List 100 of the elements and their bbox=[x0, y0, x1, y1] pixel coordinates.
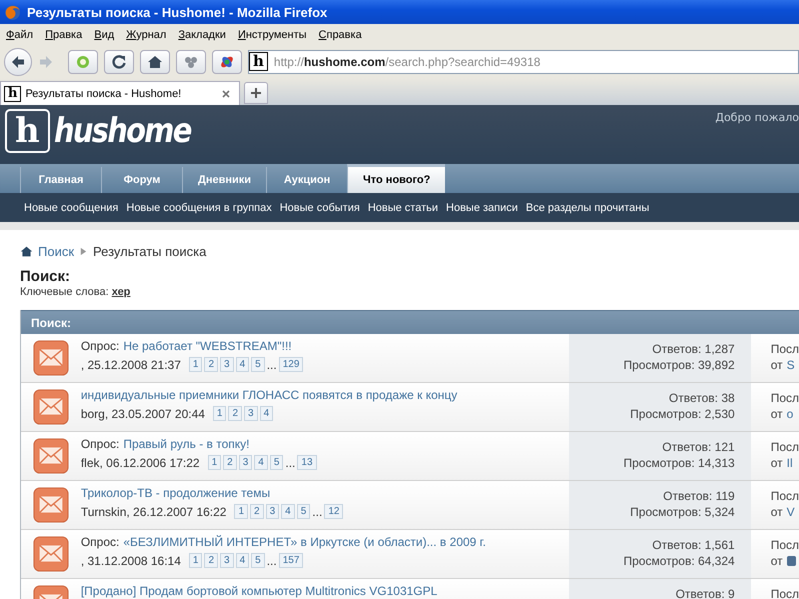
user-link[interactable]: Il bbox=[786, 455, 793, 471]
thread-title-link[interactable]: [Продано] Продам бортовой компьютер Multitronics VG1031GPL bbox=[80, 584, 438, 598]
page-link[interactable]: 4 bbox=[260, 406, 274, 421]
logo-letter[interactable]: h bbox=[5, 109, 50, 153]
thread-title-link[interactable]: индивидуальные приемники ГЛОНАСС появятся в продаже к концу bbox=[80, 388, 458, 402]
sub-nav-link[interactable]: Все разделы прочитаны bbox=[526, 202, 650, 214]
page-link[interactable]: 3 bbox=[244, 406, 258, 421]
page-heading: Поиск: bbox=[20, 268, 72, 285]
address-field[interactable]: h http://hushome.com/search.php?searchid=49318 bbox=[248, 50, 799, 74]
replies-count: Ответов: 1,287 bbox=[652, 341, 735, 357]
user-link[interactable]: о bbox=[786, 406, 794, 422]
menu-item[interactable]: Инструменты bbox=[238, 28, 307, 40]
views-count: Просмотров: 64,324 bbox=[623, 553, 735, 569]
views-count: Просмотров: 39,892 bbox=[623, 357, 735, 373]
ellipsis: ... bbox=[266, 554, 277, 568]
page-link[interactable]: 1 bbox=[188, 553, 202, 568]
page-link[interactable]: 4 bbox=[236, 357, 250, 372]
addons-button[interactable] bbox=[176, 50, 206, 74]
ring-icon bbox=[75, 54, 91, 70]
home-button[interactable] bbox=[140, 50, 170, 74]
window-title: Результаты поиска - Hushome! - Mozilla Firefox bbox=[27, 4, 328, 20]
page-link[interactable]: 2 bbox=[228, 406, 242, 421]
last-post-label: Посл bbox=[770, 391, 799, 405]
ellipsis: ... bbox=[266, 358, 277, 372]
last-post-label: Посл bbox=[770, 440, 799, 454]
page-link[interactable]: 5 bbox=[296, 504, 310, 519]
views-count: Просмотров: 14,313 bbox=[623, 455, 735, 471]
by-label: от bbox=[770, 455, 783, 471]
nav-tab[interactable]: Что нового? bbox=[347, 164, 446, 193]
thread-title-link[interactable]: Триколор-ТВ - продолжение темы bbox=[80, 486, 270, 500]
browser-tab[interactable]: h Результаты поиска - Hushome! bbox=[0, 81, 240, 105]
new-tab-button[interactable] bbox=[244, 82, 268, 104]
home-icon[interactable] bbox=[20, 244, 33, 258]
page-link[interactable]: 4 bbox=[236, 553, 250, 568]
thread-title-link[interactable]: Правый руль - в топку! bbox=[123, 437, 250, 451]
back-button[interactable] bbox=[4, 48, 32, 76]
reload-button[interactable] bbox=[104, 50, 134, 74]
thread-title-link[interactable]: Не работает "WEBSTREAM"!!! bbox=[123, 339, 292, 353]
page-link[interactable]: 12 bbox=[324, 504, 344, 519]
welcome-text: Добро пожало bbox=[715, 111, 799, 124]
page-link[interactable]: 3 bbox=[238, 455, 252, 470]
thread-title-link[interactable]: «БЕЗЛИМИТНЫЙ ИНТЕРНЕТ» в Иркутске (и области)... в 2009 г. bbox=[123, 535, 486, 549]
plus-icon bbox=[250, 87, 262, 99]
sub-nav-link[interactable]: Новые сообщения bbox=[24, 202, 118, 214]
page-link[interactable]: 13 bbox=[297, 455, 317, 470]
planet-button[interactable] bbox=[212, 50, 242, 74]
page-link[interactable]: 2 bbox=[250, 504, 264, 519]
by-label: от bbox=[770, 553, 783, 569]
page-link[interactable]: 5 bbox=[270, 455, 284, 470]
page-link[interactable]: 5 bbox=[251, 357, 265, 372]
last-post-label: Посл bbox=[770, 587, 799, 599]
menu-item[interactable]: Правка bbox=[45, 28, 82, 40]
page-link[interactable]: 1 bbox=[212, 406, 226, 421]
envelope-icon bbox=[32, 438, 69, 474]
replies-count: Ответов: 1,561 bbox=[652, 537, 735, 553]
user-link[interactable]: V bbox=[786, 504, 795, 520]
last-post-label: Посл bbox=[770, 538, 799, 552]
logo-text[interactable]: hushome bbox=[54, 111, 190, 151]
page-link[interactable]: 157 bbox=[278, 553, 304, 568]
home-icon bbox=[147, 54, 163, 70]
poll-prefix: Опрос: bbox=[80, 339, 120, 353]
page-link[interactable]: 2 bbox=[223, 455, 237, 470]
by-label: от bbox=[770, 406, 783, 422]
page-link[interactable]: 5 bbox=[251, 553, 265, 568]
page-link[interactable]: 1 bbox=[234, 504, 248, 519]
back-arrow-icon bbox=[10, 54, 26, 70]
page-link[interactable]: 4 bbox=[281, 504, 295, 519]
page-link[interactable]: 3 bbox=[266, 504, 280, 519]
close-icon[interactable] bbox=[221, 88, 231, 98]
sub-nav-link[interactable]: Новые записи bbox=[446, 202, 518, 214]
menu-item[interactable]: Закладки bbox=[178, 28, 226, 40]
page-link[interactable]: 2 bbox=[204, 357, 218, 372]
page-link[interactable]: 2 bbox=[204, 553, 218, 568]
sub-nav-link[interactable]: Новые события bbox=[280, 202, 360, 214]
user-icon bbox=[786, 556, 796, 566]
reload-icon bbox=[111, 54, 127, 70]
breadcrumb-link[interactable]: Поиск bbox=[38, 244, 74, 258]
thread-meta: , 25.12.2008 21:37 bbox=[80, 358, 181, 372]
menu-item[interactable]: Справка bbox=[318, 28, 362, 40]
envelope-icon bbox=[32, 389, 69, 425]
page-link[interactable]: 129 bbox=[278, 357, 304, 372]
thread-meta: Turnskin, 26.12.2007 16:22 bbox=[80, 504, 226, 518]
thread-meta: flek, 06.12.2006 17:22 bbox=[80, 456, 200, 470]
user-link[interactable]: S bbox=[786, 357, 795, 373]
breadcrumb-current: Результаты поиска bbox=[93, 244, 206, 258]
sub-nav-link[interactable]: Новые сообщения в группах bbox=[126, 202, 272, 214]
replies-count: Ответов: 121 bbox=[662, 439, 735, 455]
page-link[interactable]: 3 bbox=[220, 553, 234, 568]
menu-item[interactable]: Журнал bbox=[126, 28, 166, 40]
page-link[interactable]: 1 bbox=[208, 455, 222, 470]
page-link[interactable]: 3 bbox=[220, 357, 234, 372]
page-link[interactable]: 4 bbox=[254, 455, 268, 470]
by-label: от bbox=[770, 504, 783, 520]
menu-item[interactable]: Файл bbox=[6, 28, 34, 40]
page-link[interactable]: 1 bbox=[188, 357, 202, 372]
last-post-label: Посл bbox=[770, 489, 799, 503]
envelope-icon bbox=[32, 536, 69, 572]
site-favicon: h bbox=[249, 52, 268, 71]
menu-item[interactable]: Вид bbox=[94, 28, 114, 40]
sub-nav-link[interactable]: Новые статьи bbox=[368, 202, 438, 214]
